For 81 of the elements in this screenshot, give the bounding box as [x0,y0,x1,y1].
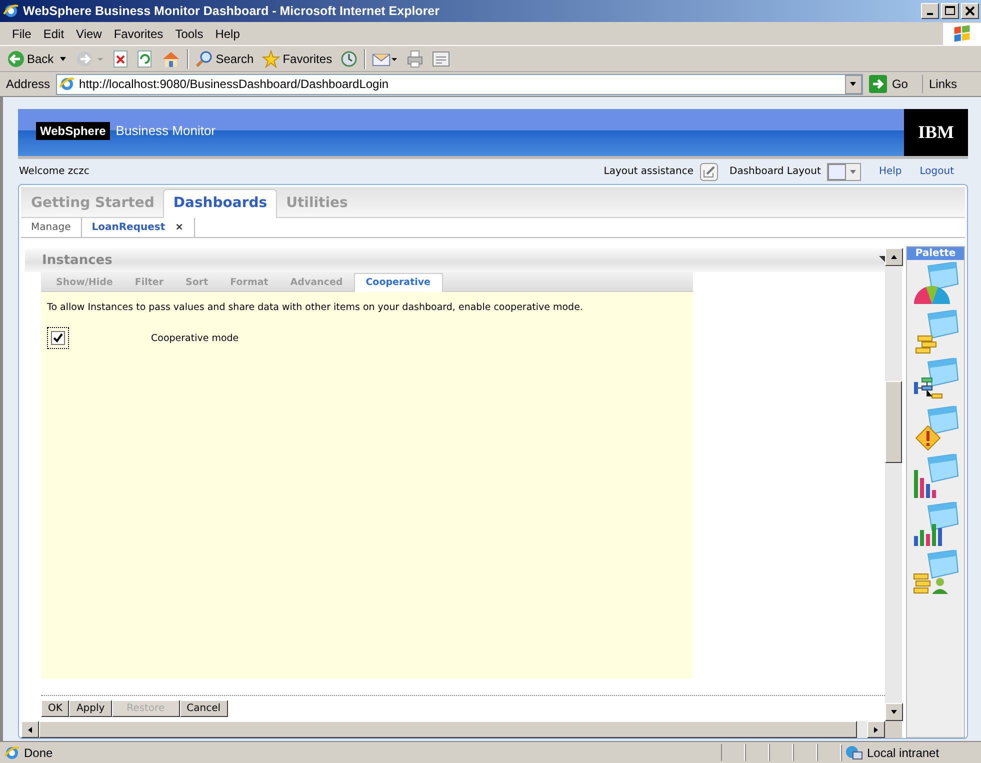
search-button[interactable]: Search [192,50,256,68]
links-button[interactable]: Links [922,77,981,91]
dropdown-button[interactable] [844,74,862,94]
maximize-icon [943,5,957,17]
status-pane [817,744,841,761]
header-link[interactable]: Logout [920,166,954,177]
house-icon [160,50,181,68]
form-button[interactable]: OK [41,700,70,717]
brand-label: WebSphere [36,122,110,140]
up-arrow-icon [890,254,898,260]
security-zone: Local intranet [867,746,940,760]
portlet-menu-icon[interactable] [879,256,885,262]
edit-icon[interactable] [700,162,718,180]
star-icon [262,50,280,68]
right-arrow-icon [873,726,879,734]
left-arrow-icon [8,50,24,66]
dashboard-tab[interactable]: Manage [21,218,82,237]
printer-icon [406,50,424,68]
checkbox-label: Cooperative mode [151,332,239,344]
layout-assistance-label: Layout assistance [604,166,694,177]
bars-widget-icon[interactable] [912,454,960,500]
settings-tab[interactable]: Cooperative [354,273,443,292]
page-x-icon [112,50,129,68]
columns-widget-icon[interactable] [912,502,960,548]
status-pane [793,744,817,761]
window-title: WebSphere Business Monitor Dashboard - Microsoft Internet Explorer [23,4,440,18]
dashboard-layout-label: Dashboard Layout [730,166,821,177]
scrollbar-corner [885,721,902,738]
status-pane [769,744,793,761]
status-pane [745,744,769,761]
form-button[interactable]: Cancel [180,700,228,717]
vertical-scrollbar[interactable] [885,248,902,721]
network-icon [845,744,863,760]
close-button[interactable] [961,3,979,19]
page-refresh-icon [136,50,153,68]
company-logo: IBM [904,109,968,156]
menu-item[interactable]: Tools [169,26,210,40]
back-button[interactable]: Back [6,50,69,66]
caret-icon [849,81,858,87]
go-button[interactable]: Go [862,75,923,93]
description-text: To allow Instances to pass values and share data with other items on your dashboard, enable cooperative mode. [47,302,584,313]
close-icon [963,5,977,17]
address-field[interactable]: http://localhost:9080/BusinessDashboard/DashboardLogin [56,74,863,94]
menu-item[interactable]: File [6,26,38,40]
address-label: Address [6,77,50,91]
caret-icon [848,168,857,174]
close-tab-button[interactable]: × [175,222,184,233]
status-text: Done [24,746,53,760]
palette-title: Palette [907,247,964,260]
browser-icon [3,3,19,19]
header-link[interactable]: Help [878,166,902,177]
menu-item[interactable]: View [70,26,108,40]
maximize-button[interactable] [941,3,959,19]
document-icon [432,50,450,68]
page-icon [59,76,76,92]
down-arrow-icon [890,709,898,715]
checkbox[interactable] [47,327,69,349]
left-arrow-icon [27,726,33,734]
checkmark-icon [53,333,63,343]
edit-button[interactable] [430,50,452,68]
menu-item[interactable]: Favorites [108,26,170,40]
layout-dropdown[interactable] [826,162,861,180]
status-pane [721,744,745,761]
clock-icon [340,50,358,68]
people-widget-icon[interactable] [912,550,960,596]
tab[interactable]: Dashboards [163,189,278,218]
minimize-icon [927,12,933,14]
product-name: Business Monitor [116,123,216,138]
portlet-title: Instances [42,252,112,268]
page-icon [4,744,20,760]
scrollbar-thumb[interactable] [885,381,902,463]
search-icon [194,50,213,68]
menu-item[interactable]: Help [209,26,246,40]
favorites-button[interactable]: Favorites [260,50,334,68]
right-arrow-icon [74,48,105,68]
caret-icon[interactable] [58,56,67,62]
welcome-text: Welcome zczc [19,166,90,177]
menu-item[interactable]: Edit [37,26,70,40]
minimize-button[interactable] [921,3,939,19]
dashboard-tab[interactable]: LoanRequest × [82,218,195,237]
form-button[interactable]: Apply [69,700,112,717]
